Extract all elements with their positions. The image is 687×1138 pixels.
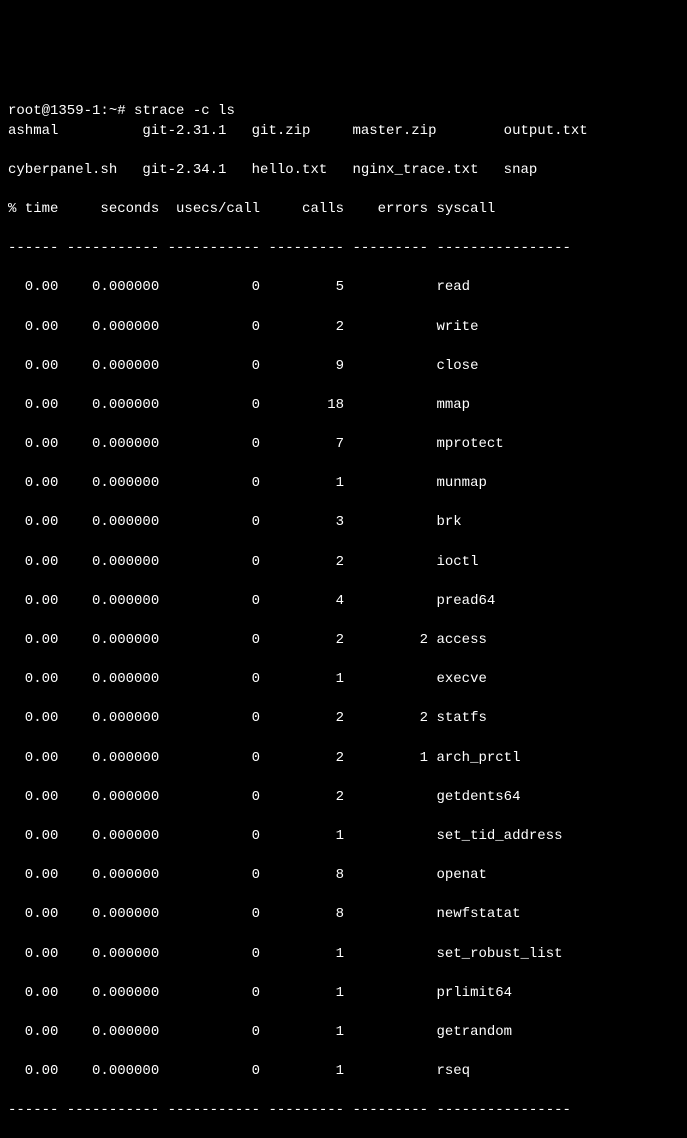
syscall-row: 0.00 0.000000 0 1 munmap [8,474,679,494]
strace-table-header: % time seconds usecs/call calls errors s… [8,200,679,220]
command-prompt: root@1359-1:~# strace -c ls [8,103,235,119]
divider-top: ------ ----------- ----------- ---------… [8,239,679,259]
ls-output-line2: cyberpanel.sh git-2.34.1 hello.txt nginx… [8,161,679,181]
syscall-row: 0.00 0.000000 0 1 prlimit64 [8,984,679,1004]
syscall-row: 0.00 0.000000 0 7 mprotect [8,435,679,455]
syscall-row: 0.00 0.000000 0 8 openat [8,866,679,886]
syscall-row: 0.00 0.000000 0 18 mmap [8,396,679,416]
syscall-row: 0.00 0.000000 0 1 getrandom [8,1023,679,1043]
prompt-path: :~# [100,103,125,119]
syscall-row: 0.00 0.000000 0 2 2 access [8,631,679,651]
divider-bottom: ------ ----------- ----------- ---------… [8,1101,679,1121]
syscall-row: 0.00 0.000000 0 8 newfstatat [8,905,679,925]
prompt-user-host: root@1359-1 [8,103,100,119]
syscall-row: 0.00 0.000000 0 9 close [8,357,679,377]
syscall-row: 0.00 0.000000 0 2 ioctl [8,553,679,573]
terminal-window[interactable]: root@1359-1:~# strace -c ls ashmal git-2… [8,82,679,1138]
syscall-row: 0.00 0.000000 0 1 rseq [8,1062,679,1082]
syscall-row: 0.00 0.000000 0 2 write [8,318,679,338]
syscall-row: 0.00 0.000000 0 3 brk [8,513,679,533]
typed-command: strace -c ls [126,103,235,119]
syscall-row: 0.00 0.000000 0 2 1 arch_prctl [8,749,679,769]
syscall-row: 0.00 0.000000 0 1 execve [8,670,679,690]
syscall-row: 0.00 0.000000 0 2 getdents64 [8,788,679,808]
syscall-row: 0.00 0.000000 0 1 set_robust_list [8,945,679,965]
syscall-row: 0.00 0.000000 0 5 read [8,278,679,298]
syscall-row: 0.00 0.000000 0 1 set_tid_address [8,827,679,847]
ls-output-line1: ashmal git-2.31.1 git.zip master.zip out… [8,122,679,142]
syscall-row: 0.00 0.000000 0 2 2 statfs [8,709,679,729]
syscall-row: 0.00 0.000000 0 4 pread64 [8,592,679,612]
